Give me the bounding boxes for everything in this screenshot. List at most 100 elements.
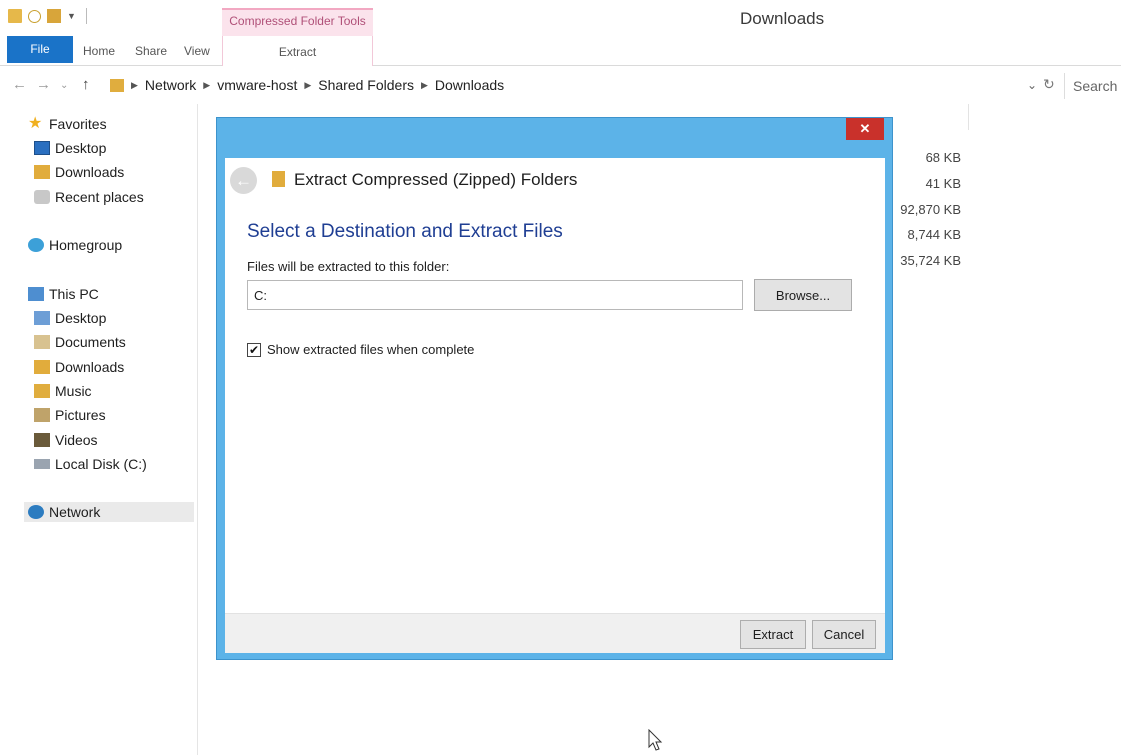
- breadcrumb-item-downloads[interactable]: Downloads: [435, 77, 504, 93]
- nav-item-favorites[interactable]: ★ Favorites: [28, 115, 107, 133]
- window-title: Downloads: [740, 9, 825, 28]
- address-bar: ← → ⌄ ↑ ▶ Network ▶ vmware-host ▶ Shared…: [0, 70, 1121, 100]
- downloads-folder-icon: [34, 360, 50, 374]
- file-size: 92,870 KB: [900, 202, 961, 217]
- nav-item-downloads[interactable]: Downloads: [34, 164, 124, 180]
- toolbar-divider: [85, 8, 87, 24]
- dialog-header: ← Extract Compressed (Zipped) Folders: [225, 158, 885, 203]
- desktop-folder-icon: [34, 311, 50, 325]
- nav-item-label: Downloads: [55, 359, 125, 375]
- videos-folder-icon: [34, 433, 50, 447]
- search-input[interactable]: Search: [1064, 73, 1121, 99]
- nav-item-music[interactable]: Music: [34, 383, 92, 399]
- file-size: 41 KB: [925, 176, 961, 191]
- tab-share[interactable]: Share: [135, 44, 167, 58]
- file-size: 8,744 KB: [907, 227, 962, 242]
- destination-input[interactable]: [247, 280, 743, 310]
- downloads-folder-icon: [34, 165, 50, 179]
- recent-places-icon: [34, 190, 50, 204]
- title-bar: ▼ Compressed Folder Tools Downloads: [0, 0, 1121, 36]
- nav-item-documents[interactable]: Documents: [34, 334, 126, 350]
- nav-item-label: Pictures: [55, 407, 106, 423]
- breadcrumb-item-vmware-host[interactable]: vmware-host: [217, 77, 297, 93]
- column-divider: [968, 104, 969, 130]
- pictures-folder-icon: [34, 408, 50, 422]
- homegroup-icon: [28, 238, 44, 252]
- computer-icon: [28, 287, 44, 301]
- nav-item-desktop[interactable]: Desktop: [34, 140, 106, 156]
- star-icon: ★: [28, 115, 43, 132]
- nav-item-pc-desktop[interactable]: Desktop: [34, 310, 106, 326]
- nav-item-pc-downloads[interactable]: Downloads: [34, 359, 124, 375]
- nav-item-videos[interactable]: Videos: [34, 432, 98, 448]
- browse-button[interactable]: Browse...: [754, 279, 852, 311]
- navigation-pane: ★ Favorites Desktop Downloads Recent pla…: [0, 104, 198, 755]
- dialog-body: Select a Destination and Extract Files F…: [225, 203, 885, 613]
- folder-icon[interactable]: [8, 9, 22, 23]
- breadcrumb-item-shared-folders[interactable]: Shared Folders: [318, 77, 414, 93]
- music-folder-icon: [34, 384, 50, 398]
- nav-item-this-pc[interactable]: This PC: [28, 286, 99, 302]
- local-disk-icon: [34, 459, 50, 469]
- cancel-button[interactable]: Cancel: [812, 620, 876, 649]
- desktop-icon: [34, 141, 50, 155]
- nav-item-label: Music: [55, 383, 92, 399]
- nav-item-label: Favorites: [49, 116, 107, 132]
- tab-home[interactable]: Home: [83, 44, 115, 58]
- dialog-footer: Extract Cancel: [225, 613, 885, 653]
- close-button[interactable]: ✕: [846, 118, 884, 140]
- refresh-icon[interactable]: ↻: [1043, 76, 1055, 93]
- folder-icon: [110, 78, 124, 92]
- nav-item-label: Videos: [55, 432, 98, 448]
- ribbon-tabs: File Home Share View Extract: [0, 36, 1121, 66]
- extract-button[interactable]: Extract: [740, 620, 806, 649]
- nav-item-label: Desktop: [55, 140, 107, 156]
- nav-item-label: Network: [49, 504, 101, 520]
- chevron-right-icon[interactable]: ▶: [304, 80, 311, 91]
- nav-item-network[interactable]: Network: [24, 502, 194, 522]
- properties-icon[interactable]: [28, 9, 41, 23]
- nav-item-recent-places[interactable]: Recent places: [34, 189, 144, 205]
- chevron-right-icon[interactable]: ▶: [131, 80, 138, 91]
- nav-item-local-disk[interactable]: Local Disk (C:): [34, 456, 147, 472]
- new-folder-icon[interactable]: [47, 9, 61, 23]
- compressed-folder-tools-tab: Compressed Folder Tools: [222, 8, 373, 36]
- show-files-checkbox[interactable]: ✔: [247, 342, 261, 357]
- zip-folder-icon: [272, 171, 285, 187]
- address-dropdown-icon[interactable]: ⌄: [1027, 78, 1037, 92]
- breadcrumb[interactable]: ▶ Network ▶ vmware-host ▶ Shared Folders…: [110, 77, 504, 93]
- nav-item-label: Downloads: [55, 164, 125, 180]
- show-files-option[interactable]: ✔ Show extracted files when complete: [247, 342, 474, 357]
- nav-item-label: Documents: [55, 334, 126, 350]
- nav-item-label: This PC: [49, 286, 99, 302]
- back-arrow-icon[interactable]: ←: [12, 76, 27, 93]
- nav-item-label: Homegroup: [49, 237, 123, 253]
- nav-item-label: Recent places: [55, 189, 144, 205]
- show-files-label: Show extracted files when complete: [267, 342, 475, 357]
- documents-folder-icon: [34, 335, 50, 349]
- nav-item-pictures[interactable]: Pictures: [34, 407, 106, 423]
- up-arrow-icon[interactable]: ↑: [82, 76, 90, 93]
- breadcrumb-item-network[interactable]: Network: [145, 77, 196, 93]
- dialog-title: Extract Compressed (Zipped) Folders: [294, 170, 578, 189]
- quick-access-toolbar: ▼: [8, 8, 87, 24]
- customize-toolbar-dropdown-icon[interactable]: ▼: [67, 11, 76, 21]
- recent-locations-chevron-icon[interactable]: ⌄: [60, 80, 68, 91]
- extract-dialog: ✕ ← Extract Compressed (Zipped) Folders …: [216, 117, 893, 660]
- mouse-cursor-icon: [648, 729, 663, 751]
- chevron-right-icon[interactable]: ▶: [203, 80, 210, 91]
- back-arrow-icon[interactable]: ←: [230, 167, 257, 194]
- nav-item-homegroup[interactable]: Homegroup: [28, 237, 122, 253]
- file-size: 35,724 KB: [900, 253, 961, 268]
- tab-view[interactable]: View: [184, 44, 210, 58]
- file-size: 68 KB: [925, 150, 961, 165]
- destination-label: Files will be extracted to this folder:: [247, 259, 450, 274]
- section-title: Select a Destination and Extract Files: [247, 221, 563, 242]
- nav-item-label: Desktop: [55, 310, 107, 326]
- forward-arrow-icon[interactable]: →: [36, 76, 51, 93]
- tab-extract[interactable]: Extract: [222, 36, 373, 66]
- tab-file[interactable]: File: [7, 36, 73, 63]
- chevron-right-icon[interactable]: ▶: [421, 80, 428, 91]
- network-icon: [28, 505, 44, 519]
- nav-item-label: Local Disk (C:): [55, 456, 147, 472]
